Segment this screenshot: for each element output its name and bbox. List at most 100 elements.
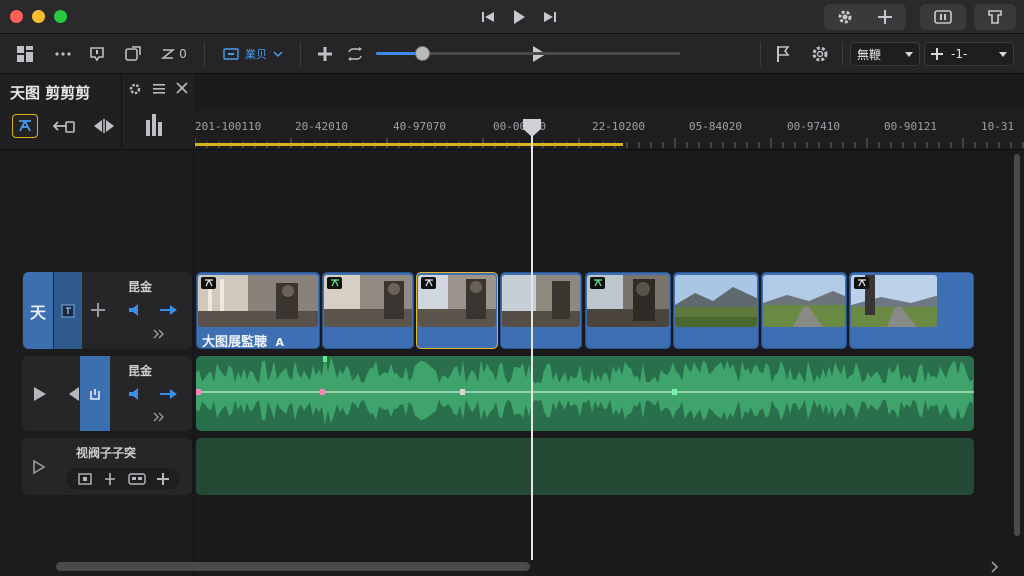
video-clip[interactable]: 大图展監聴 A: [196, 272, 320, 349]
speed-value: -1-: [951, 47, 968, 61]
caret-down-icon: [905, 52, 913, 57]
keyframe-box-icon[interactable]: [77, 473, 92, 485]
caret-down-icon: [999, 52, 1007, 57]
audio-source-icon[interactable]: [68, 386, 80, 402]
settings-gear-icon[interactable]: [834, 6, 856, 28]
share-export-icon[interactable]: [974, 4, 1016, 30]
caption-icon[interactable]: [127, 473, 146, 485]
track-lock-button[interactable]: [54, 272, 82, 349]
clip-thumbnail: [763, 275, 845, 327]
clip-type-icon: [201, 277, 216, 289]
plus-icon: [931, 48, 943, 60]
preset-dropdown[interactable]: 無鞭: [850, 42, 920, 66]
video-track-title: 昆金: [128, 280, 153, 294]
timeline-settings-gear-icon[interactable]: [808, 43, 832, 65]
play-icon[interactable]: [508, 6, 530, 28]
add-clip-icon[interactable]: [90, 302, 106, 318]
zoom-window-button[interactable]: [54, 10, 67, 23]
minimize-window-button[interactable]: [32, 10, 45, 23]
select-tool-icon: [19, 120, 31, 132]
close-panel-icon[interactable]: [176, 82, 188, 94]
arrow-right-icon[interactable]: [158, 303, 178, 317]
close-window-button[interactable]: [10, 10, 23, 23]
zoom-slider[interactable]: [376, 46, 680, 61]
audio-track-title: 昆金: [128, 364, 153, 378]
loop-icon[interactable]: [344, 43, 366, 65]
panel-title: 天图 剪剪剪: [10, 84, 91, 102]
clip-marker: A: [275, 336, 285, 349]
lock-icon: [90, 388, 100, 400]
panel-header-tools: [128, 82, 188, 96]
grid-layout-icon[interactable]: [14, 43, 36, 65]
view-mode-dropdown[interactable]: 業贝: [218, 43, 288, 65]
import-media-icon[interactable]: [86, 43, 108, 65]
crop-transform-icon[interactable]: [122, 43, 144, 65]
more-options-icon[interactable]: [52, 43, 74, 65]
add-icon[interactable]: [874, 6, 896, 28]
speaker-icon[interactable]: [128, 303, 144, 317]
speed-dropdown[interactable]: -1-: [924, 42, 1014, 66]
vertical-scroll-thumb[interactable]: [1014, 154, 1020, 536]
scroll-right-icon[interactable]: [990, 561, 1000, 573]
add-track-icon[interactable]: [314, 43, 336, 65]
link-chevron-icon[interactable]: [152, 411, 166, 423]
video-clip[interactable]: [673, 272, 759, 349]
video-clip[interactable]: [585, 272, 671, 349]
link-chevron-icon[interactable]: [152, 328, 166, 340]
title-bar: [0, 0, 1024, 34]
timeline-area[interactable]: [195, 150, 1013, 560]
clip-type-icon: [421, 277, 436, 289]
selection-range-bar[interactable]: [195, 143, 623, 146]
add-effect-icon[interactable]: [156, 473, 169, 485]
film-icon: [61, 304, 75, 317]
clip-thumbnail: [675, 275, 757, 327]
video-clip[interactable]: [322, 272, 414, 349]
effects-track-header[interactable]: 视阀子子突: [22, 438, 192, 495]
timeline-ruler[interactable]: 201-100110 20-42010 40-97070 00-00000 22…: [195, 110, 1024, 150]
clip-type-icon: [854, 277, 869, 289]
playhead-line: [531, 128, 533, 560]
panel-settings-icon[interactable]: [128, 82, 142, 96]
panel-header: 天图 剪剪剪: [0, 74, 194, 150]
zoom-slider-knob[interactable]: [414, 46, 430, 61]
audio-lock-button[interactable]: [80, 356, 110, 431]
empty-effects-track[interactable]: [196, 438, 974, 495]
counter-control[interactable]: 0: [156, 43, 192, 65]
audio-levels-icon[interactable]: [144, 112, 164, 142]
flag-marker-icon[interactable]: [772, 43, 794, 65]
audio-track-header[interactable]: 昆金: [22, 356, 192, 431]
split-icon[interactable]: [103, 473, 117, 485]
layout-panel-icon[interactable]: [920, 4, 966, 30]
ruler-tick-label: 201-100110: [195, 120, 262, 133]
ruler-tick-label: 10-31: [981, 120, 1015, 133]
ruler-tick-label: 22-10200: [592, 120, 645, 133]
video-clip[interactable]: [849, 272, 974, 349]
view-mode-label: 業贝: [245, 48, 267, 61]
horizontal-scroll-thumb[interactable]: [56, 562, 530, 571]
video-clip[interactable]: [761, 272, 847, 349]
speaker-icon[interactable]: [128, 387, 144, 401]
select-tool-button[interactable]: [12, 114, 38, 138]
counter-value: 0: [179, 47, 187, 61]
transport-controls: [478, 6, 560, 28]
audio-play-icon[interactable]: [32, 386, 48, 402]
clip-title: 大图展監聴: [202, 335, 268, 349]
audio-clip[interactable]: [196, 356, 974, 431]
arrow-right-icon[interactable]: [158, 387, 178, 401]
ripple-tool-icon[interactable]: [92, 116, 116, 140]
chevron-down-icon: [273, 51, 283, 57]
audio-waveform: [196, 356, 974, 425]
clip-thumbnail: [198, 275, 318, 327]
trim-tool-icon[interactable]: [52, 116, 76, 140]
vertical-scrollbar[interactable]: [1012, 150, 1022, 560]
video-track-icon[interactable]: 天: [23, 272, 53, 349]
skip-back-icon[interactable]: [478, 6, 500, 28]
ruler-tick-label: 05-84020: [689, 120, 742, 133]
ruler-tick-label: 40-97070: [393, 120, 446, 133]
skip-forward-icon[interactable]: [538, 6, 560, 28]
video-clip[interactable]: [500, 272, 582, 349]
video-track-header[interactable]: 天 昆金: [22, 272, 192, 349]
hamburger-menu-icon[interactable]: [152, 82, 166, 96]
video-clip-selected[interactable]: [416, 272, 498, 349]
expand-track-icon[interactable]: [32, 459, 46, 475]
